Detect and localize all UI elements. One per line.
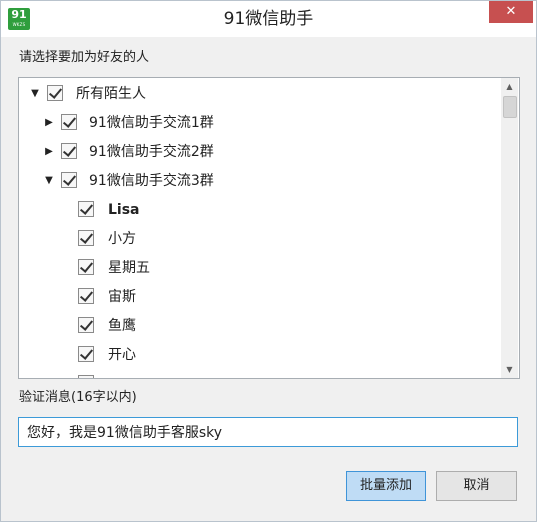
expand-down-icon[interactable]: ▼ [30,82,40,106]
expand-down-icon[interactable]: ▼ [44,169,54,193]
checkbox-member[interactable] [78,259,94,275]
checkbox-group-1[interactable] [61,114,77,130]
checkbox-member[interactable] [78,288,94,304]
checkbox-member[interactable] [78,375,94,378]
close-icon: ✕ [505,4,517,19]
close-button[interactable]: ✕ [489,1,533,23]
checkbox-group-2[interactable] [61,143,77,159]
tree-member-item[interactable]: 小方 [19,227,499,251]
expand-right-icon[interactable]: ▶ [44,140,54,164]
window-title: 91微信助手 [223,9,314,29]
tree-member-item[interactable]: 鱼鹰 [19,314,499,338]
tree-group-label: 91微信助手交流2群 [89,144,214,160]
tree-member-item[interactable]: 星期五 [19,256,499,280]
tree-group-label: 91微信助手交流3群 [89,173,214,189]
batch-add-button[interactable]: 批量添加 [346,471,426,501]
tree-member-item[interactable]: 宙斯 [19,285,499,309]
tree-member-label: 星期五 [108,260,150,276]
checkbox-root[interactable] [47,85,63,101]
select-friends-label: 请选择要加为好友的人 [19,50,150,65]
contact-tree[interactable]: ▼ 所有陌生人 ▶ 91微信助手交流1群 ▶ 91微信助手交流2群 ▼ 91微信… [18,77,520,379]
tree-root-item[interactable]: ▼ 所有陌生人 [19,82,499,106]
tree-group-item[interactable]: ▼ 91微信助手交流3群 [19,169,499,193]
checkbox-member[interactable] [78,346,94,362]
scrollbar-thumb[interactable] [503,96,517,118]
tree-member-label: 宙斯 [108,289,136,305]
checkbox-member[interactable] [78,230,94,246]
tree-group-label: 91微信助手交流1群 [89,115,214,131]
checkbox-group-3[interactable] [61,172,77,188]
tree-member-label: 开心 [108,347,136,363]
dialog-window: 91 WKZS 91微信助手 ✕ 请选择要加为好友的人 ▼ 所有陌生人 ▶ 91… [0,0,537,522]
title-bar: 91 WKZS 91微信助手 ✕ [1,1,536,37]
tree-group-item[interactable]: ▶ 91微信助手交流2群 [19,140,499,164]
tree-member-item-partial[interactable] [19,372,499,378]
vertical-scrollbar[interactable]: ▲ ▼ [501,78,518,378]
tree-member-item[interactable]: 开心 [19,343,499,367]
expand-right-icon[interactable]: ▶ [44,111,54,135]
checkbox-member[interactable] [78,201,94,217]
scroll-up-icon[interactable]: ▲ [501,78,518,95]
tree-member-label: 鱼鹰 [108,318,136,334]
tree-member-label: Lisa [108,202,140,218]
cancel-button[interactable]: 取消 [436,471,517,501]
tree-group-item[interactable]: ▶ 91微信助手交流1群 [19,111,499,135]
verify-message-input[interactable] [18,417,518,447]
verify-message-label: 验证消息(16字以内) [19,390,137,405]
tree-root-label: 所有陌生人 [76,86,146,102]
checkbox-member[interactable] [78,317,94,333]
tree-member-item[interactable]: Lisa [19,198,499,222]
scroll-down-icon[interactable]: ▼ [501,361,518,378]
tree-member-label: 小方 [108,231,136,247]
